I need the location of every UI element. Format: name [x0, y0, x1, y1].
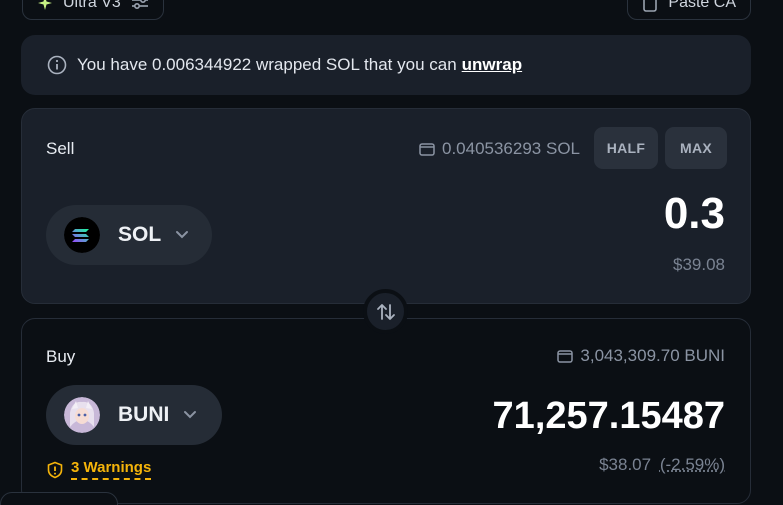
max-button[interactable]: MAX	[665, 127, 727, 169]
chevron-down-icon	[184, 411, 197, 419]
paste-ca-label: Paste CA	[668, 0, 736, 11]
half-button[interactable]: HALF	[594, 127, 658, 169]
warning-shield-icon	[47, 461, 63, 478]
sparkle-icon	[38, 0, 52, 10]
warnings-label: 3 Warnings	[71, 459, 152, 480]
buy-label: Buy	[46, 347, 76, 366]
sell-balance-value: 0.040536293 SOL	[441, 139, 580, 158]
wrapped-sol-notice: You have 0.006344922 wrapped SOL that yo…	[21, 35, 751, 95]
wallet-icon	[419, 143, 435, 156]
sell-label: Sell	[46, 139, 75, 158]
sell-token-selector[interactable]: SOL	[46, 205, 212, 265]
chevron-down-icon	[176, 231, 189, 239]
paste-ca-button[interactable]: Paste CA	[627, 0, 751, 20]
bottom-panel-edge	[0, 492, 118, 505]
buy-amount: 71,257.15487	[492, 395, 725, 437]
unwrap-link[interactable]: unwrap	[462, 55, 522, 75]
sell-card: Sell 0.040536293 SOL HALF MAX SOL 0.3 $3…	[21, 108, 751, 304]
buy-card: Buy 3,043,309.70 BUNI BUNI 71,257.15487 …	[21, 318, 751, 504]
info-icon	[47, 55, 67, 75]
ultra-mode-label: Ultra V3	[63, 0, 121, 11]
buy-usd-value: $38.07	[599, 455, 652, 474]
buy-token-symbol: BUNI	[118, 403, 170, 426]
buy-balance: 3,043,309.70 BUNI	[557, 346, 725, 366]
sell-amount-input[interactable]: 0.3	[664, 189, 725, 239]
buy-usd-row: $38.07 (-2.59%)	[599, 455, 725, 475]
buy-balance-value: 3,043,309.70 BUNI	[580, 346, 725, 365]
swap-direction-button[interactable]	[363, 289, 408, 334]
sell-balance[interactable]: 0.040536293 SOL	[419, 139, 580, 159]
clipboard-icon	[643, 0, 658, 12]
price-impact[interactable]: (-2.59%)	[660, 455, 725, 474]
wallet-icon	[557, 350, 574, 363]
warnings-link[interactable]: 3 Warnings	[46, 459, 152, 480]
sol-token-icon	[64, 217, 100, 253]
buy-token-selector[interactable]: BUNI	[46, 385, 222, 445]
notice-text: You have 0.006344922 wrapped SOL that yo…	[77, 55, 457, 74]
sell-usd-value: $39.08	[673, 255, 725, 274]
sell-token-symbol: SOL	[118, 223, 162, 246]
swap-page: Ultra V3 Paste CA You have 0.006344922 w…	[0, 0, 783, 505]
buni-token-icon	[64, 397, 100, 433]
settings-sliders-icon	[131, 0, 148, 10]
ultra-mode-chip[interactable]: Ultra V3	[22, 0, 164, 20]
swap-arrows-icon	[376, 303, 395, 320]
